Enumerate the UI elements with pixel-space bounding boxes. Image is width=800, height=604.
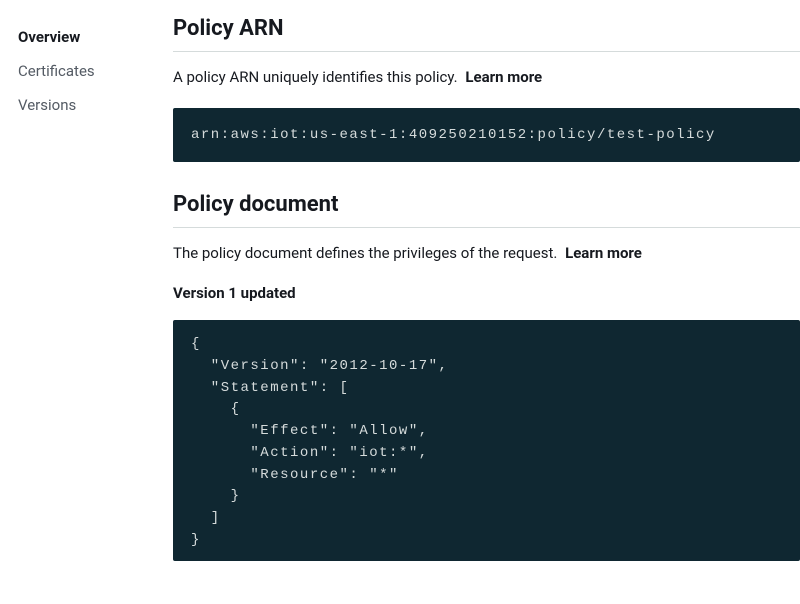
policy-arn-learn-more-link[interactable]: Learn more [465, 68, 542, 86]
policy-document-title: Policy document [173, 192, 800, 228]
policy-version-label: Version 1 updated [173, 284, 800, 302]
sidebar-item-certificates[interactable]: Certificates [18, 54, 155, 88]
policy-arn-description-text: A policy ARN uniquely identifies this po… [173, 68, 458, 86]
policy-document-section: Policy document The policy document defi… [173, 192, 800, 561]
policy-document-description-text: The policy document defines the privileg… [173, 244, 557, 262]
policy-arn-section: Policy ARN A policy ARN uniquely identif… [173, 16, 800, 162]
policy-arn-code: arn:aws:iot:us-east-1:409250210152:polic… [173, 108, 800, 162]
sidebar-item-overview[interactable]: Overview [18, 20, 155, 54]
policy-document-description: The policy document defines the privileg… [173, 244, 800, 262]
policy-document-learn-more-link[interactable]: Learn more [565, 244, 642, 262]
main-content: Policy ARN A policy ARN uniquely identif… [155, 0, 800, 604]
policy-arn-title: Policy ARN [173, 16, 800, 52]
policy-arn-description: A policy ARN uniquely identifies this po… [173, 68, 800, 86]
sidebar-item-versions[interactable]: Versions [18, 88, 155, 122]
policy-document-code: { "Version": "2012-10-17", "Statement": … [173, 320, 800, 561]
sidebar: Overview Certificates Versions [0, 0, 155, 604]
